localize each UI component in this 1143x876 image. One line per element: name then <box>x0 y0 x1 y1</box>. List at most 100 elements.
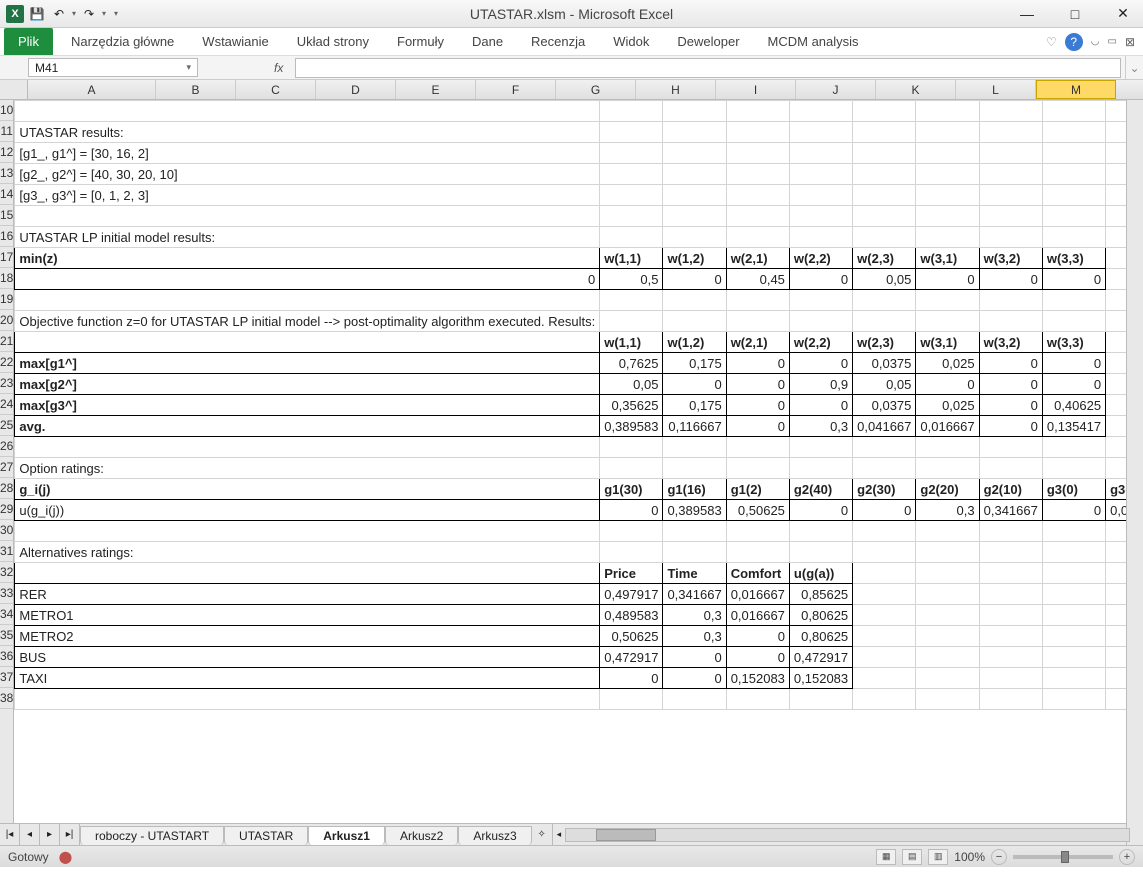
cell-I17[interactable]: w(3,3) <box>1042 248 1105 269</box>
cell-E13[interactable] <box>789 164 852 185</box>
cell-G12[interactable] <box>916 143 979 164</box>
select-all-corner[interactable] <box>0 80 28 99</box>
row-header-22[interactable]: 22 <box>0 352 13 373</box>
col-header-G[interactable]: G <box>556 80 636 99</box>
col-header-D[interactable]: D <box>316 80 396 99</box>
row-header-26[interactable]: 26 <box>0 436 13 457</box>
cell-H15[interactable] <box>979 206 1042 227</box>
cell-F17[interactable]: w(2,3) <box>853 248 916 269</box>
cell-I33[interactable] <box>1042 584 1105 605</box>
row-header-38[interactable]: 38 <box>0 688 13 709</box>
cell-H32[interactable] <box>979 563 1042 584</box>
cell-D23[interactable]: 0 <box>726 374 789 395</box>
cell-G30[interactable] <box>916 521 979 542</box>
cell-F35[interactable] <box>853 626 916 647</box>
cell-G24[interactable]: 0,025 <box>916 395 979 416</box>
cell-G32[interactable] <box>916 563 979 584</box>
col-header-B[interactable]: B <box>156 80 236 99</box>
ribbon-tab-deweloper[interactable]: Deweloper <box>663 28 753 55</box>
cell-H17[interactable]: w(3,2) <box>979 248 1042 269</box>
fx-icon[interactable]: fx <box>198 61 295 75</box>
cell-I13[interactable] <box>1042 164 1105 185</box>
cell-E28[interactable]: g2(40) <box>789 479 852 500</box>
cell-B34[interactable]: 0,489583 <box>600 605 663 626</box>
cell-D19[interactable] <box>726 290 789 311</box>
cell-H13[interactable] <box>979 164 1042 185</box>
ribbon-tab-dane[interactable]: Dane <box>458 28 517 55</box>
row-header-21[interactable]: 21 <box>0 331 13 352</box>
cell-A20[interactable]: Objective function z=0 for UTASTAR LP in… <box>15 311 600 332</box>
cell-C33[interactable]: 0,341667 <box>663 584 726 605</box>
cell-I24[interactable]: 0,40625 <box>1042 395 1105 416</box>
cell-I20[interactable] <box>1042 311 1105 332</box>
cell-D13[interactable] <box>726 164 789 185</box>
cell-H10[interactable] <box>979 101 1042 122</box>
cell-C24[interactable]: 0,175 <box>663 395 726 416</box>
cell-F29[interactable]: 0 <box>853 500 916 521</box>
cell-B12[interactable] <box>600 143 663 164</box>
cell-H12[interactable] <box>979 143 1042 164</box>
sheet-tab-utastar[interactable]: UTASTAR <box>224 826 308 845</box>
cell-C16[interactable] <box>663 227 726 248</box>
ribbon-tab-narzędzia-główne[interactable]: Narzędzia główne <box>57 28 188 55</box>
cell-G35[interactable] <box>916 626 979 647</box>
file-tab[interactable]: Plik <box>4 28 53 55</box>
cell-B31[interactable] <box>600 542 663 563</box>
cell-G20[interactable] <box>916 311 979 332</box>
cell-H18[interactable]: 0 <box>979 269 1042 290</box>
cell-C14[interactable] <box>663 185 726 206</box>
cell-G23[interactable]: 0 <box>916 374 979 395</box>
row-header-18[interactable]: 18 <box>0 268 13 289</box>
cell-B29[interactable]: 0 <box>600 500 663 521</box>
cell-I34[interactable] <box>1042 605 1105 626</box>
cell-A30[interactable] <box>15 521 600 542</box>
cell-A15[interactable] <box>15 206 600 227</box>
cell-E27[interactable] <box>789 458 852 479</box>
cell-D24[interactable]: 0 <box>726 395 789 416</box>
cell-F14[interactable] <box>853 185 916 206</box>
cell-F33[interactable] <box>853 584 916 605</box>
row-header-29[interactable]: 29 <box>0 499 13 520</box>
cell-F37[interactable] <box>853 668 916 689</box>
cell-B38[interactable] <box>600 689 663 710</box>
row-header-37[interactable]: 37 <box>0 667 13 688</box>
name-box-dropdown-icon[interactable]: ▾ <box>186 62 191 73</box>
cell-B10[interactable] <box>600 101 663 122</box>
cell-A16[interactable]: UTASTAR LP initial model results: <box>15 227 600 248</box>
cell-D29[interactable]: 0,50625 <box>726 500 789 521</box>
cell-E19[interactable] <box>789 290 852 311</box>
cell-D17[interactable]: w(2,1) <box>726 248 789 269</box>
cell-H36[interactable] <box>979 647 1042 668</box>
cell-E17[interactable]: w(2,2) <box>789 248 852 269</box>
undo-icon[interactable]: ↶ <box>50 5 68 23</box>
redo-dropdown-icon[interactable]: ▾ <box>102 9 106 18</box>
cell-F38[interactable] <box>853 689 916 710</box>
row-header-24[interactable]: 24 <box>0 394 13 415</box>
cell-H35[interactable] <box>979 626 1042 647</box>
col-header-E[interactable]: E <box>396 80 476 99</box>
cell-B26[interactable] <box>600 437 663 458</box>
cell-F31[interactable] <box>853 542 916 563</box>
row-header-10[interactable]: 10 <box>0 100 13 121</box>
row-header-34[interactable]: 34 <box>0 604 13 625</box>
cell-G17[interactable]: w(3,1) <box>916 248 979 269</box>
cell-G31[interactable] <box>916 542 979 563</box>
cell-A21[interactable] <box>15 332 600 353</box>
cell-G29[interactable]: 0,3 <box>916 500 979 521</box>
cell-G38[interactable] <box>916 689 979 710</box>
cell-F21[interactable]: w(2,3) <box>853 332 916 353</box>
cell-F27[interactable] <box>853 458 916 479</box>
cell-H21[interactable]: w(3,2) <box>979 332 1042 353</box>
cell-B19[interactable] <box>600 290 663 311</box>
cell-D33[interactable]: 0,016667 <box>726 584 789 605</box>
cell-H20[interactable] <box>979 311 1042 332</box>
cell-E32[interactable]: u(g(a)) <box>789 563 852 584</box>
ribbon-tab-mcdm-analysis[interactable]: MCDM analysis <box>754 28 873 55</box>
cell-B16[interactable] <box>600 227 663 248</box>
row-header-35[interactable]: 35 <box>0 625 13 646</box>
excel-logo-icon[interactable]: X <box>6 5 24 23</box>
cell-B36[interactable]: 0,472917 <box>600 647 663 668</box>
sheet-tab-arkusz2[interactable]: Arkusz2 <box>385 826 458 845</box>
cell-I15[interactable] <box>1042 206 1105 227</box>
cell-A13[interactable]: [g2_, g2^] = [40, 30, 20, 10] <box>15 164 600 185</box>
